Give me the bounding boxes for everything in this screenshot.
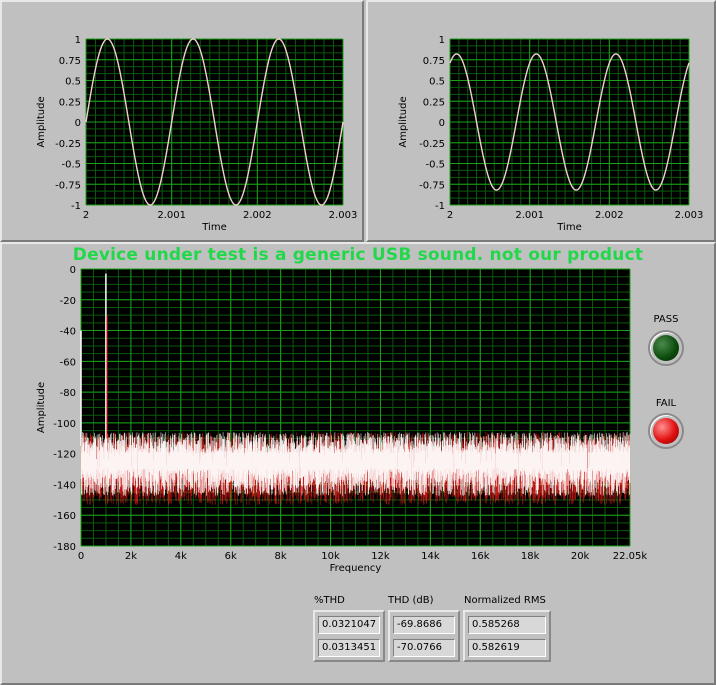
- y-tick-label: 0.5: [65, 77, 81, 88]
- y-axis-label: Amplitude: [36, 96, 47, 147]
- x-tick-label: 0: [78, 551, 84, 562]
- fail-led-core: [653, 418, 679, 444]
- x-tick-label: 8k: [275, 551, 287, 562]
- spectrum-graph[interactable]: 0 2k 4k 6k 8k 10k 12k 14k 16k 18k 20k 22.05k 0 -20 -40…: [0, 256, 660, 596]
- y-tick-label: -0.25: [419, 139, 445, 150]
- y-tick-label: 1: [439, 35, 445, 46]
- x-tick-label: 6k: [225, 551, 237, 562]
- y-tick-label: 0: [70, 265, 76, 276]
- x-tick-label: 18k: [521, 551, 540, 562]
- rms-indicator: 0.585268 0.582619: [463, 610, 551, 662]
- x-tick-label: 2: [447, 210, 453, 221]
- y-tick-label: -0.75: [55, 180, 81, 191]
- x-tick-label: 12k: [371, 551, 390, 562]
- x-tick-label: 10k: [321, 551, 340, 562]
- y-tick-label: -100: [53, 419, 76, 430]
- thd-db-indicator: -69.8686 -70.0766: [388, 610, 460, 662]
- y-tick-label: 0: [75, 118, 81, 129]
- y-tick-label: -40: [60, 327, 76, 338]
- pass-led: [648, 330, 684, 366]
- vi-front-panel: 2 2.001 2.002 2.003 1 0.75 0.5 0.25 0 -0.25 -0.5 -0…: [0, 0, 716, 685]
- x-tick-label: 2.001: [515, 210, 544, 221]
- thd-pct-value-1: 0.0321047: [318, 616, 380, 634]
- y-tick-label: -0.25: [55, 139, 81, 150]
- thd-db-value-2: -70.0766: [393, 639, 455, 657]
- thd-db-value-1: -69.8686: [393, 616, 455, 634]
- x-tick-label: 2: [83, 210, 89, 221]
- x-tick-label: 2.001: [157, 210, 186, 221]
- y-axis-label: Amplitude: [398, 96, 409, 147]
- y-tick-label: -0.5: [425, 160, 445, 171]
- thd-db-header: THD (dB): [388, 595, 434, 606]
- x-tick-label: 16k: [471, 551, 490, 562]
- y-tick-label: 0.25: [423, 97, 445, 108]
- thd-pct-header: %THD: [314, 595, 345, 606]
- x-axis-label: Time: [201, 222, 226, 233]
- x-tick-label: 2.002: [243, 210, 272, 221]
- rms-value-2: 0.582619: [468, 639, 546, 657]
- y-tick-label: -120: [53, 450, 76, 461]
- y-tick-label: -80: [60, 388, 76, 399]
- x-tick-label: 2k: [125, 551, 137, 562]
- x-tick-label: 2.003: [329, 210, 358, 221]
- x-tick-label: 14k: [421, 551, 440, 562]
- x-axis-label: Time: [556, 222, 581, 233]
- rms-header: Normalized RMS: [464, 595, 546, 606]
- thd-pct-value-2: 0.0313451: [318, 639, 380, 657]
- pass-led-core: [653, 335, 679, 361]
- y-tick-label: 0.25: [59, 97, 81, 108]
- y-tick-label: 1: [75, 35, 81, 46]
- x-axis-label: Frequency: [330, 563, 382, 574]
- waveform-graph-panel-right: 2 2.001 2.002 2.003 1 0.75 0.5 0.25 0 -0.25 -0.5 -0…: [366, 0, 716, 242]
- y-tick-label: -0.5: [61, 160, 81, 171]
- waveform-graph-right[interactable]: 2 2.001 2.002 2.003 1 0.75 0.5 0.25 0 -0.25 -0.5 -0…: [368, 2, 714, 240]
- waveform-graph-left[interactable]: 2 2.001 2.002 2.003 1 0.75 0.5 0.25 0 -0.25 -0.5 -0…: [2, 2, 362, 240]
- y-axis-label: Amplitude: [36, 382, 47, 433]
- y-tick-label: -1: [71, 201, 81, 212]
- x-tick-label: 22.05k: [613, 551, 648, 562]
- thd-pct-indicator: 0.0321047 0.0313451: [313, 610, 385, 662]
- y-tick-label: -60: [60, 357, 76, 368]
- rms-value-1: 0.585268: [468, 616, 546, 634]
- y-tick-label: 0.75: [423, 56, 445, 67]
- fail-label: FAIL: [655, 398, 677, 409]
- y-tick-label: -1: [435, 201, 445, 212]
- x-tick-label: 20k: [571, 551, 590, 562]
- y-tick-label: 0.75: [59, 56, 81, 67]
- x-tick-label: 4k: [175, 551, 187, 562]
- x-tick-label: 2.003: [675, 210, 704, 221]
- y-tick-label: -0.75: [419, 180, 445, 191]
- y-tick-label: -160: [53, 511, 76, 522]
- waveform-graph-panel-left: 2 2.001 2.002 2.003 1 0.75 0.5 0.25 0 -0.25 -0.5 -0…: [0, 0, 364, 242]
- y-tick-label: -180: [53, 542, 76, 553]
- pass-label: PASS: [653, 314, 679, 325]
- x-tick-label: 2.002: [595, 210, 624, 221]
- y-tick-label: -20: [60, 296, 76, 307]
- y-tick-label: -140: [53, 480, 76, 491]
- y-tick-label: 0.5: [429, 77, 445, 88]
- y-tick-label: 0: [439, 118, 445, 129]
- fail-led: [648, 413, 684, 449]
